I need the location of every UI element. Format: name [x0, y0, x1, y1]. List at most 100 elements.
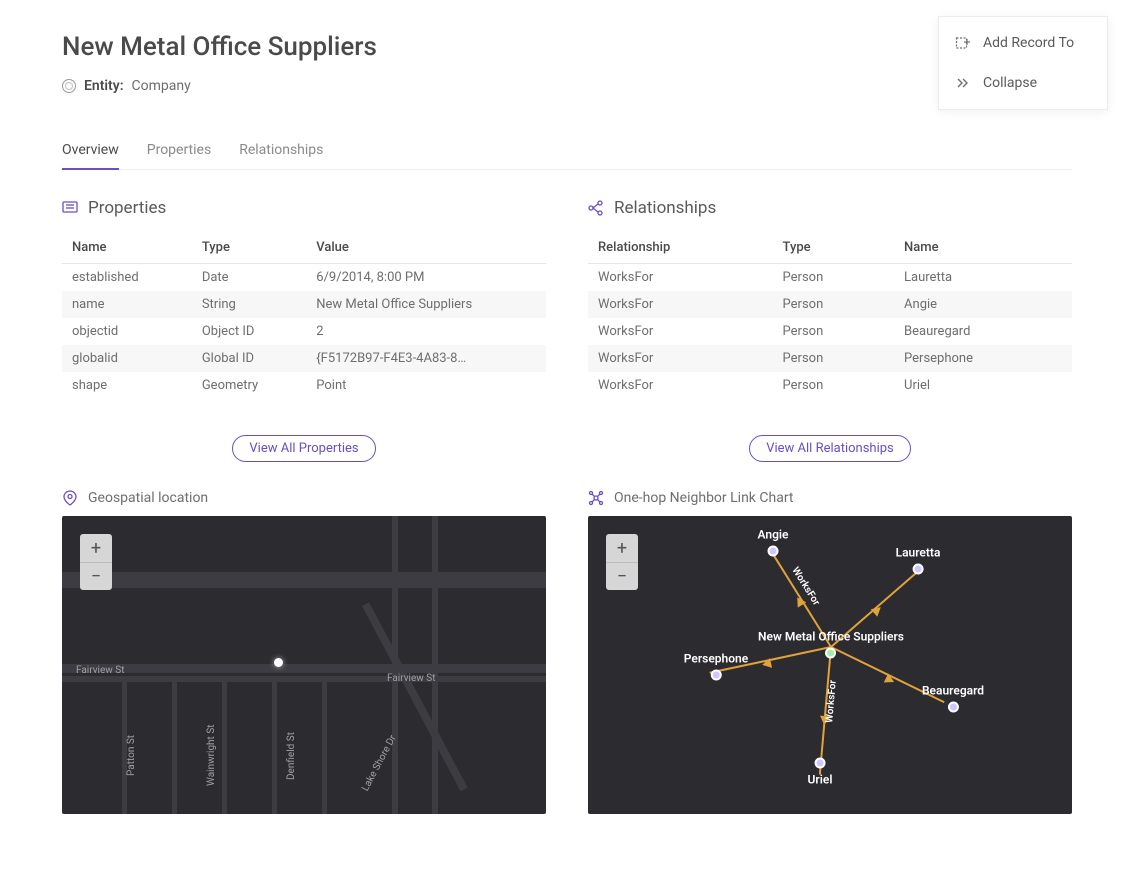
- street-label: Fairview St: [76, 665, 125, 676]
- add-record-to-button[interactable]: Add Record To: [939, 23, 1107, 63]
- cell-name: globalid: [62, 345, 192, 372]
- graph-node-label: Uriel: [808, 773, 833, 787]
- zoom-out-button[interactable]: −: [606, 562, 638, 590]
- street-label: Denfield St: [286, 732, 297, 780]
- table-row: globalid Global ID {F5172B97-F4E3-4A83-8…: [62, 345, 546, 372]
- street-label: Fairview St: [387, 673, 436, 684]
- table-row: name String New Metal Office Suppliers: [62, 291, 546, 318]
- street-label: Wainwright St: [206, 724, 217, 786]
- entity-link[interactable]: Beauregard: [894, 318, 1072, 345]
- graph-dot-icon: [814, 758, 825, 769]
- graph-node-uriel[interactable]: Uriel: [808, 758, 833, 787]
- cell-value: {F5172B97-F4E3-4A83-8…: [306, 345, 546, 372]
- map-panel[interactable]: Fairview St Fairview St Patton St Wainwr…: [62, 516, 546, 814]
- link-chart-icon: [588, 490, 604, 506]
- cell-value: 6/9/2014, 8:00 PM: [306, 264, 546, 292]
- cell-name: name: [62, 291, 192, 318]
- location-pin-icon: [62, 490, 78, 506]
- action-label: Collapse: [983, 75, 1037, 91]
- table-row: WorksFor Person Uriel: [588, 372, 1072, 399]
- entity-link[interactable]: Lauretta: [894, 264, 1072, 292]
- chart-zoom-controls: + −: [606, 534, 638, 590]
- relationship-col-name: Name: [894, 232, 1072, 264]
- edge-label: WorksFor: [824, 680, 839, 724]
- zoom-in-button[interactable]: +: [80, 534, 112, 562]
- relationship-col-type: Type: [773, 232, 894, 264]
- relationships-title: Relationships: [614, 198, 716, 218]
- cell-type: Global ID: [192, 345, 306, 372]
- street-label: Patton St: [126, 735, 137, 776]
- table-row: WorksFor Person Persephone: [588, 345, 1072, 372]
- graph-node-label: New Metal Office Suppliers: [758, 630, 904, 644]
- relationship-link[interactable]: WorksFor: [588, 264, 773, 292]
- cell-value: New Metal Office Suppliers: [306, 291, 546, 318]
- properties-col-type: Type: [192, 232, 306, 264]
- cell-type: Person: [773, 291, 894, 318]
- tab-overview[interactable]: Overview: [62, 134, 119, 170]
- properties-title: Properties: [88, 198, 166, 218]
- table-row: WorksFor Person Lauretta: [588, 264, 1072, 292]
- relationship-link[interactable]: WorksFor: [588, 291, 773, 318]
- graph-node-label: Angie: [758, 528, 789, 542]
- entity-icon: [62, 79, 76, 93]
- tabs: Overview Properties Relationships: [62, 134, 1072, 170]
- geospatial-title: Geospatial location: [88, 490, 208, 506]
- cell-type: Geometry: [192, 372, 306, 399]
- cell-type: Person: [773, 345, 894, 372]
- cell-type: Object ID: [192, 318, 306, 345]
- graph-dot-icon: [948, 702, 959, 713]
- table-row: WorksFor Person Angie: [588, 291, 1072, 318]
- entity-link[interactable]: Uriel: [894, 372, 1072, 399]
- link-chart-panel[interactable]: WorksFor WorksFor New Metal Office Suppl…: [588, 516, 1072, 814]
- graph-dot-icon: [711, 670, 722, 681]
- relationships-table: Relationship Type Name WorksFor Person L…: [588, 232, 1072, 399]
- properties-table: Name Type Value established Date 6/9/201…: [62, 232, 546, 399]
- graph-dot-icon: [825, 648, 836, 659]
- graph-center-node[interactable]: New Metal Office Suppliers: [758, 630, 904, 659]
- tab-properties[interactable]: Properties: [147, 134, 211, 169]
- graph-dot-icon: [768, 546, 779, 557]
- tab-relationships[interactable]: Relationships: [239, 134, 323, 169]
- properties-col-value: Value: [306, 232, 546, 264]
- cell-name: objectid: [62, 318, 192, 345]
- link-chart-title: One-hop Neighbor Link Chart: [614, 490, 793, 506]
- graph-node-angie[interactable]: Angie: [758, 528, 789, 557]
- table-row: established Date 6/9/2014, 8:00 PM: [62, 264, 546, 292]
- relationship-col-relationship: Relationship: [588, 232, 773, 264]
- cell-type: Person: [773, 318, 894, 345]
- relationship-link[interactable]: WorksFor: [588, 345, 773, 372]
- table-row: objectid Object ID 2: [62, 318, 546, 345]
- entity-link[interactable]: Persephone: [894, 345, 1072, 372]
- relationship-link[interactable]: WorksFor: [588, 372, 773, 399]
- relationships-icon: [588, 200, 604, 216]
- cell-value: Point: [306, 372, 546, 399]
- zoom-out-button[interactable]: −: [80, 562, 112, 590]
- view-all-properties-button[interactable]: View All Properties: [232, 435, 375, 462]
- entity-row: Entity: Company: [62, 78, 1072, 94]
- add-record-icon: [955, 35, 971, 51]
- page-title: New Metal Office Suppliers: [62, 32, 1072, 62]
- relationships-column: Relationships Relationship Type Name Wor…: [588, 198, 1072, 814]
- view-all-relationships-button[interactable]: View All Relationships: [749, 435, 911, 462]
- entity-label: Entity:: [84, 78, 124, 94]
- cell-type: Person: [773, 372, 894, 399]
- properties-col-name: Name: [62, 232, 192, 264]
- entity-value: Company: [132, 78, 191, 94]
- graph-node-persephone[interactable]: Persephone: [684, 652, 748, 681]
- graph-node-lauretta[interactable]: Lauretta: [896, 546, 941, 575]
- cell-name: established: [62, 264, 192, 292]
- collapse-button[interactable]: Collapse: [939, 63, 1107, 103]
- cell-type: Date: [192, 264, 306, 292]
- chevron-right-double-icon: [955, 75, 971, 91]
- action-label: Add Record To: [983, 35, 1074, 51]
- cell-value: 2: [306, 318, 546, 345]
- map-point: [274, 658, 283, 667]
- zoom-in-button[interactable]: +: [606, 534, 638, 562]
- graph-node-beauregard[interactable]: Beauregard: [922, 684, 984, 713]
- cell-name: shape: [62, 372, 192, 399]
- table-row: WorksFor Person Beauregard: [588, 318, 1072, 345]
- action-menu: Add Record To Collapse: [938, 16, 1108, 110]
- relationship-link[interactable]: WorksFor: [588, 318, 773, 345]
- map-zoom-controls: + −: [80, 534, 112, 590]
- entity-link[interactable]: Angie: [894, 291, 1072, 318]
